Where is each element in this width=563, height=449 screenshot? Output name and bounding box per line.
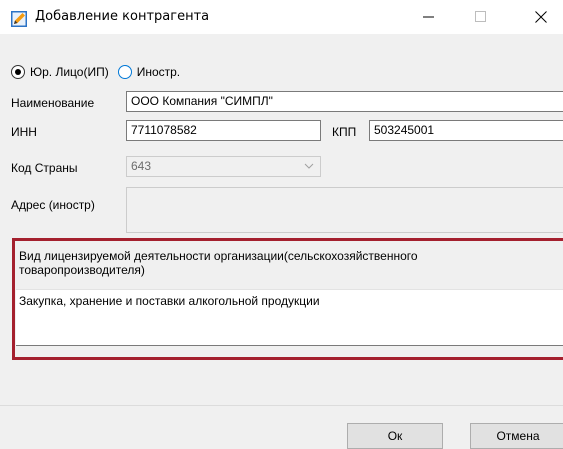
kpp-label: КПП: [332, 125, 357, 139]
radio-legal-entity-label[interactable]: Юр. Лицо(ИП): [30, 65, 109, 79]
entity-type-group: Юр. Лицо(ИП) Иностр.: [11, 64, 180, 80]
inn-input[interactable]: 7711078582: [126, 120, 321, 141]
cancel-button[interactable]: Отмена: [470, 423, 563, 449]
dialog-footer: Ок Отмена: [0, 405, 563, 449]
minimize-button[interactable]: [406, 0, 451, 34]
maximize-icon: [474, 11, 486, 22]
window-title: Добавление контрагента: [35, 9, 210, 24]
minimize-icon: [422, 16, 434, 18]
edit-pencil-icon: [11, 11, 27, 27]
address-label: Адрес (иностр): [11, 198, 95, 212]
ok-button[interactable]: Ок: [347, 423, 443, 449]
close-icon: [534, 11, 547, 23]
inn-label: ИНН: [11, 125, 37, 139]
close-button[interactable]: [518, 0, 563, 34]
address-textarea: [126, 187, 563, 233]
country-select-value: 643: [131, 159, 152, 173]
radio-legal-entity[interactable]: [11, 65, 25, 79]
maximize-button[interactable]: [458, 0, 503, 34]
title-bar[interactable]: Добавление контрагента: [0, 0, 563, 34]
chevron-down-icon: [304, 163, 314, 169]
name-label: Наименование: [11, 96, 95, 110]
kpp-input[interactable]: 503245001: [369, 120, 563, 141]
radio-foreign-label[interactable]: Иностр.: [137, 65, 180, 79]
country-select: 643: [126, 156, 321, 177]
radio-foreign[interactable]: [117, 65, 132, 79]
name-input[interactable]: ООО Компания "СИМПЛ": [126, 91, 563, 112]
license-textarea[interactable]: Закупка, хранение и поставки алкогольной…: [16, 289, 563, 346]
country-label: Код Страны: [11, 161, 78, 175]
license-section: Вид лицензируемой деятельности организац…: [12, 238, 563, 360]
license-label: Вид лицензируемой деятельности организац…: [19, 249, 418, 277]
